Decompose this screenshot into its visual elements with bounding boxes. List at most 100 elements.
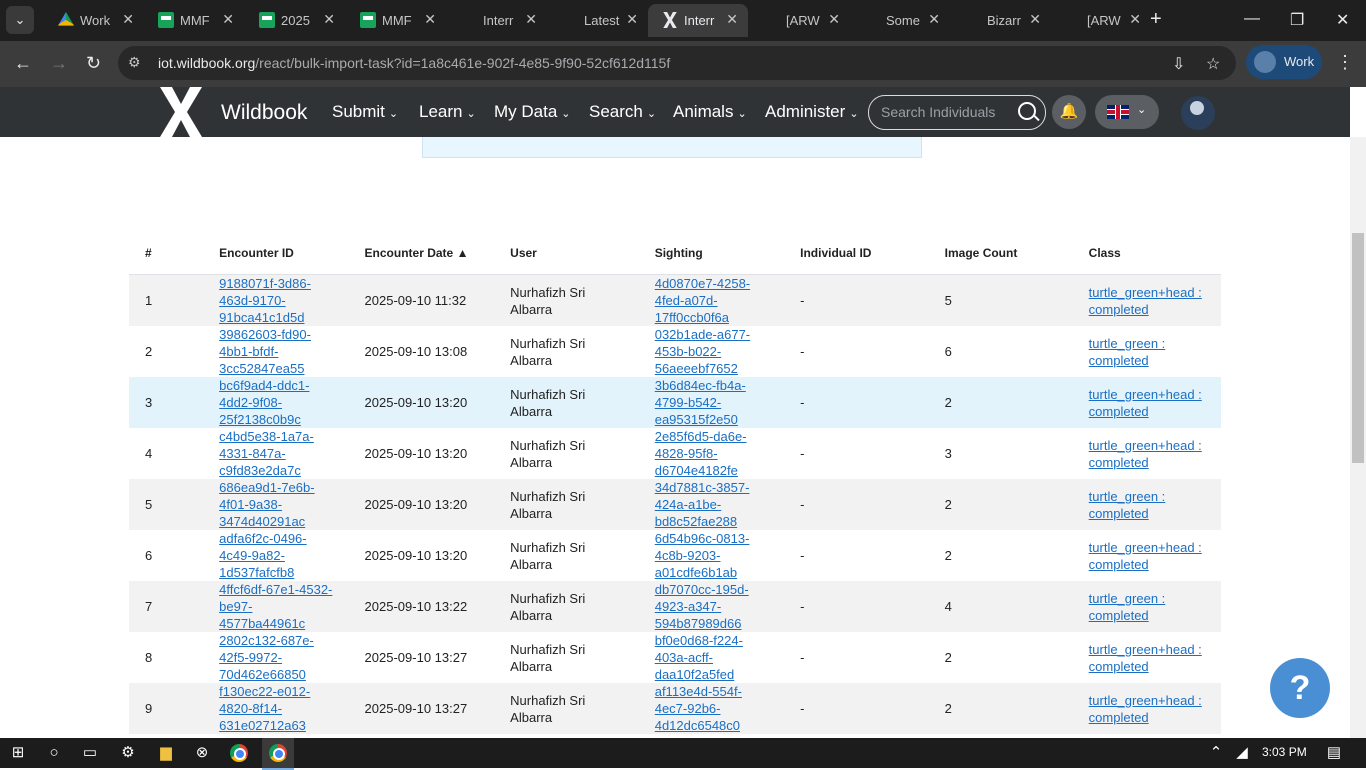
encounter-id-link[interactable]: 39862603-fd90- 4bb1-bfdf- 3cc52847ea55 [219,327,311,376]
browser-tab[interactable]: 2025 ✕ [245,4,345,37]
reload-icon[interactable]: ↻ [86,53,101,74]
browser-tab[interactable]: Bizarr ✕ [951,4,1051,37]
search-icon[interactable] [1018,102,1036,120]
encounter-id-link[interactable]: 686ea9d1-7e6b- 4f01-9a38- 3474d40291ac [219,480,314,529]
settings-gear-icon[interactable]: ⚙ [118,743,138,763]
column-header-sighting[interactable]: Sighting [654,232,801,275]
browser-tab[interactable]: MMF ✕ [144,4,244,37]
sighting-link[interactable]: bf0e0d68-f224- 403a-acff-daa10f2a5fed [655,633,743,682]
column-header-individual-id[interactable]: Individual ID [800,232,945,275]
close-tab-icon[interactable]: ✕ [928,11,940,28]
close-tab-icon[interactable]: ✕ [726,11,738,28]
close-tab-icon[interactable]: ✕ [525,11,537,28]
sighting-link[interactable]: 3b6d84ec-fb4a- 4799-b542- ea95315f2e50 [655,378,746,427]
sighting-link[interactable]: 6d54b96c-0813- 4c8b-9203- a01cdfe6b1ab [655,531,750,580]
encounter-id-link[interactable]: c4bd5e38-1a7a- 4331-847a-c9fd83e2da7c [219,429,314,478]
windows-start-icon[interactable]: ⊞ [8,743,28,763]
language-selector[interactable]: ⌄ [1095,95,1159,129]
column-header-encounter-id[interactable]: Encounter ID [219,232,365,275]
sighting-link[interactable]: db7070cc-195d- 4923-a347- 594b87989d66 [655,582,749,631]
notification-bell-icon[interactable]: 🔔 [1052,95,1086,129]
close-tab-icon[interactable]: ✕ [828,11,840,28]
close-tab-icon[interactable]: ✕ [424,11,436,28]
close-tab-icon[interactable]: ✕ [626,11,638,28]
class-link[interactable]: turtle_green+head : completed [1089,438,1202,470]
active-chrome-taskbar-item[interactable] [262,738,294,770]
omnibox[interactable]: ⚙ iot.wildbook.org/react/bulk-import-tas… [118,46,1236,80]
close-tab-icon[interactable]: ✕ [1029,11,1041,28]
class-link[interactable]: turtle_green : completed [1089,489,1166,521]
column-header-user[interactable]: User [510,232,655,275]
encounter-id-link[interactable]: 9188071f-3d86- 463d-9170- 91bca41c1d5d [219,276,311,325]
help-button[interactable]: ? [1270,658,1330,718]
file-explorer-icon[interactable]: ▆ [156,743,176,763]
wildbook-logo-icon[interactable] [156,87,206,137]
taskbar-clock[interactable]: 3:03 PM [1262,745,1307,759]
search-input[interactable] [879,103,1013,121]
encounter-id-link[interactable]: 4ffcf6df-67e1-4532- be97- 4577ba44961c [219,582,332,631]
notifications-icon[interactable]: ▤ [1324,743,1344,763]
column-header-number[interactable]: # [129,232,220,275]
class-link[interactable]: turtle_green+head : completed [1089,285,1202,317]
close-tab-icon[interactable]: ✕ [1129,11,1141,28]
sighting-link[interactable]: 032b1ade-a677- 453b-b022- 56aeeebf7652 [655,327,750,376]
sighting-link[interactable]: 34d7881c-3857- 424a-a1be-bd8c52fae288 [655,480,750,529]
class-link[interactable]: turtle_green : completed [1089,591,1166,623]
chevron-up-icon[interactable]: ⌃ [1206,743,1226,763]
class-link[interactable]: turtle_green+head : completed [1089,540,1202,572]
column-header-encounter-date[interactable]: Encounter Date ▲ [364,232,511,275]
browser-tab[interactable]: MMF ✕ [346,4,446,37]
restore-icon[interactable]: ❐ [1290,10,1304,30]
encounter-id-link[interactable]: bc6f9ad4-ddc1- 4dd2-9f08- 25f2138c0b9c [219,378,309,427]
user-avatar[interactable] [1181,96,1215,130]
browser-menu-icon[interactable]: ⋮ [1336,52,1354,73]
back-icon[interactable]: ← [14,53,32,74]
browser-tab[interactable]: Some ✕ [850,4,950,37]
class-link[interactable]: turtle_green+head : completed [1089,693,1202,725]
nav-animals[interactable]: Animals ⌄ [673,102,747,122]
browser-tab[interactable]: [ARW ✕ [750,4,850,37]
tab-search-button[interactable]: ⌄ [6,6,34,34]
nav-my-data[interactable]: My Data ⌄ [494,102,571,122]
class-link[interactable]: turtle_green+head : completed [1089,642,1202,674]
wifi-icon[interactable]: ◢ [1232,743,1252,763]
site-brand[interactable]: Wildbook [221,101,307,125]
encounter-id-link[interactable]: 2802c132-687e- 42f5-9972- 70d462e66850 [219,633,314,682]
close-tab-icon[interactable]: ✕ [222,11,234,28]
sighting-link[interactable]: 2e85f6d5-da6e- 4828-95f8- d6704e4182fe [655,429,747,478]
class-link[interactable]: turtle_green+head : completed [1089,387,1202,419]
close-window-icon[interactable]: ✕ [1336,10,1349,30]
forward-icon[interactable]: → [50,53,68,74]
browser-tab[interactable]: [ARW ✕ [1051,4,1151,37]
nav-search[interactable]: Search ⌄ [589,102,656,122]
url-text[interactable]: iot.wildbook.org/react/bulk-import-task?… [158,55,670,71]
class-link[interactable]: turtle_green : completed [1089,336,1166,368]
profile-button[interactable]: Work [1246,45,1322,79]
sighting-link[interactable]: 4d0870e7-4258- 4fed-a07d- 17ff0ccb0f6a [655,276,750,325]
column-header-image-count[interactable]: Image Count [944,232,1089,275]
task-view-icon[interactable]: ▭ [80,743,100,763]
nav-administer[interactable]: Administer ⌄ [765,102,859,122]
browser-tab[interactable]: Latest ✕ [548,4,648,37]
nav-learn[interactable]: Learn ⌄ [419,102,476,122]
app-circle-icon[interactable]: ⊗ [192,743,212,763]
site-info-icon[interactable]: ⚙ [128,54,141,71]
install-app-icon[interactable]: ⇩ [1172,54,1185,74]
sighting-link[interactable]: af113e4d-554f- 4ec7-92b6- 4d12dc6548c0 [655,684,742,733]
close-tab-icon[interactable]: ✕ [122,11,134,28]
encounter-id-link[interactable]: adfa6f2c-0496- 4c49-9a82- 1d537fafcfb8 [219,531,306,580]
browser-tab[interactable]: Work ✕ [44,4,144,37]
nav-submit[interactable]: Submit ⌄ [332,102,398,122]
scrollbar-thumb[interactable] [1352,233,1364,463]
minimize-icon[interactable]: — [1244,10,1260,28]
bookmark-star-icon[interactable]: ☆ [1206,54,1220,74]
chrome-icon[interactable] [230,744,248,762]
browser-tab[interactable]: Interr ✕ [447,4,547,37]
search-circle-icon[interactable]: ○ [44,743,64,763]
column-header-class[interactable]: Class [1088,232,1221,275]
new-tab-button[interactable]: + [1150,8,1162,31]
page-scrollbar[interactable] [1350,137,1366,738]
encounter-id-link[interactable]: f130ec22-e012- 4820-8f14- 631e02712a63 [219,684,310,733]
browser-tab[interactable]: Interr ✕ [648,4,748,37]
close-tab-icon[interactable]: ✕ [323,11,335,28]
